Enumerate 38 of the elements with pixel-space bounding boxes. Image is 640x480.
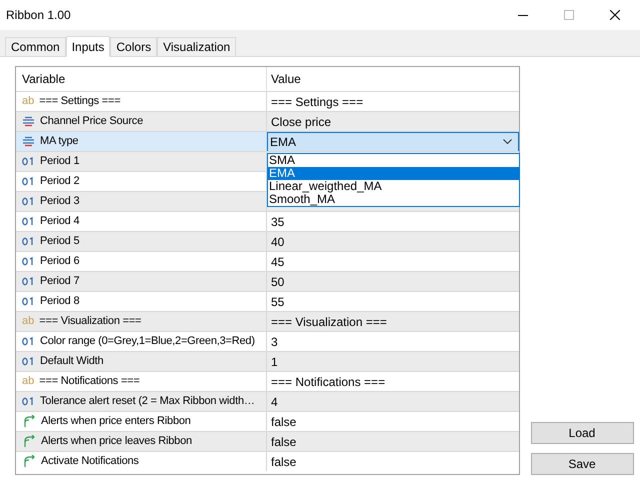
value-text: === Visualization === xyxy=(270,314,387,330)
variable-name: === Visualization === xyxy=(39,314,142,330)
variable-name: Period 5 xyxy=(40,234,80,250)
variable-name: Period 6 xyxy=(40,254,80,270)
variable-name: Channel Price Source xyxy=(40,114,144,130)
variable-name: Period 7 xyxy=(40,274,80,290)
text-type-icon: ab xyxy=(22,316,34,327)
variable-name: Default Width xyxy=(40,354,104,370)
variable-name: Tolerance alert reset (2 = Max Ribbon width… xyxy=(40,394,255,410)
value-text: 55 xyxy=(270,294,284,310)
value-text: false xyxy=(270,434,296,450)
value-text: 35 xyxy=(270,214,284,230)
variable-name: === Settings === xyxy=(39,94,120,110)
value-text: 1 xyxy=(270,354,278,370)
variable-name: Period 2 xyxy=(40,174,80,190)
value-text: Close price xyxy=(270,114,332,130)
text-type-icon: ab xyxy=(22,376,34,387)
value-text: 50 xyxy=(270,274,284,290)
value-text: false xyxy=(270,454,296,470)
variable-name: Period 4 xyxy=(40,214,80,230)
value-text: 3 xyxy=(270,334,278,350)
value-text: false xyxy=(270,414,296,430)
value-text: 40 xyxy=(270,234,284,250)
variable-name: Alerts when price leaves Ribbon xyxy=(41,434,192,450)
value-text: === Settings === xyxy=(270,94,364,110)
variable-name: Period 8 xyxy=(40,294,80,310)
variable-name: Alerts when price enters Ribbon xyxy=(41,414,191,430)
variable-name: MA type xyxy=(40,134,78,150)
text-type-icon: ab xyxy=(22,96,34,107)
variable-name: Color range (0=Grey,1=Blue,2=Green,3=Red) xyxy=(40,334,255,350)
window-title: Ribbon 1.00 xyxy=(5,7,72,24)
value-text: 4 xyxy=(270,394,278,410)
variable-name: Period 1 xyxy=(40,154,80,170)
value-text: 45 xyxy=(270,254,284,270)
column-header: Value xyxy=(270,71,302,88)
variable-name: === Notifications === xyxy=(39,374,140,390)
value-text: === Notifications === xyxy=(270,374,386,390)
variable-name: Activate Notifications xyxy=(41,454,139,470)
